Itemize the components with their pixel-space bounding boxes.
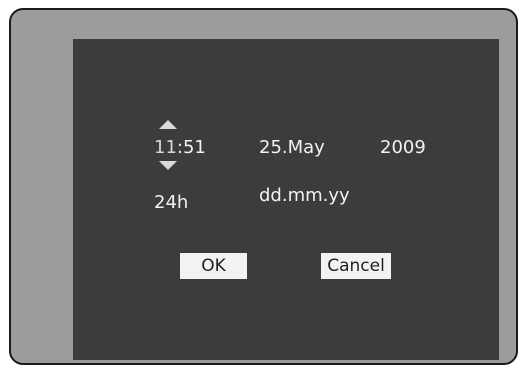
date-field[interactable]: 25.May (259, 138, 325, 158)
hour-format-field[interactable]: 24h (154, 193, 188, 213)
time-value[interactable]: 11:51 (154, 138, 206, 158)
arrow-up-icon[interactable] (159, 120, 177, 129)
cancel-button[interactable]: Cancel (321, 253, 391, 279)
year-field[interactable]: 2009 (380, 138, 426, 158)
settings-screen: 11:51 25.May 2009 24h dd.mm.yy OK Cancel (73, 39, 499, 360)
minute-field[interactable]: 51 (183, 137, 206, 158)
hour-field[interactable]: 11 (154, 137, 177, 158)
arrow-down-icon[interactable] (159, 161, 177, 170)
date-format-field[interactable]: dd.mm.yy (259, 186, 350, 206)
ok-button[interactable]: OK (180, 253, 247, 279)
device-frame: 11:51 25.May 2009 24h dd.mm.yy OK Cancel (9, 8, 518, 365)
